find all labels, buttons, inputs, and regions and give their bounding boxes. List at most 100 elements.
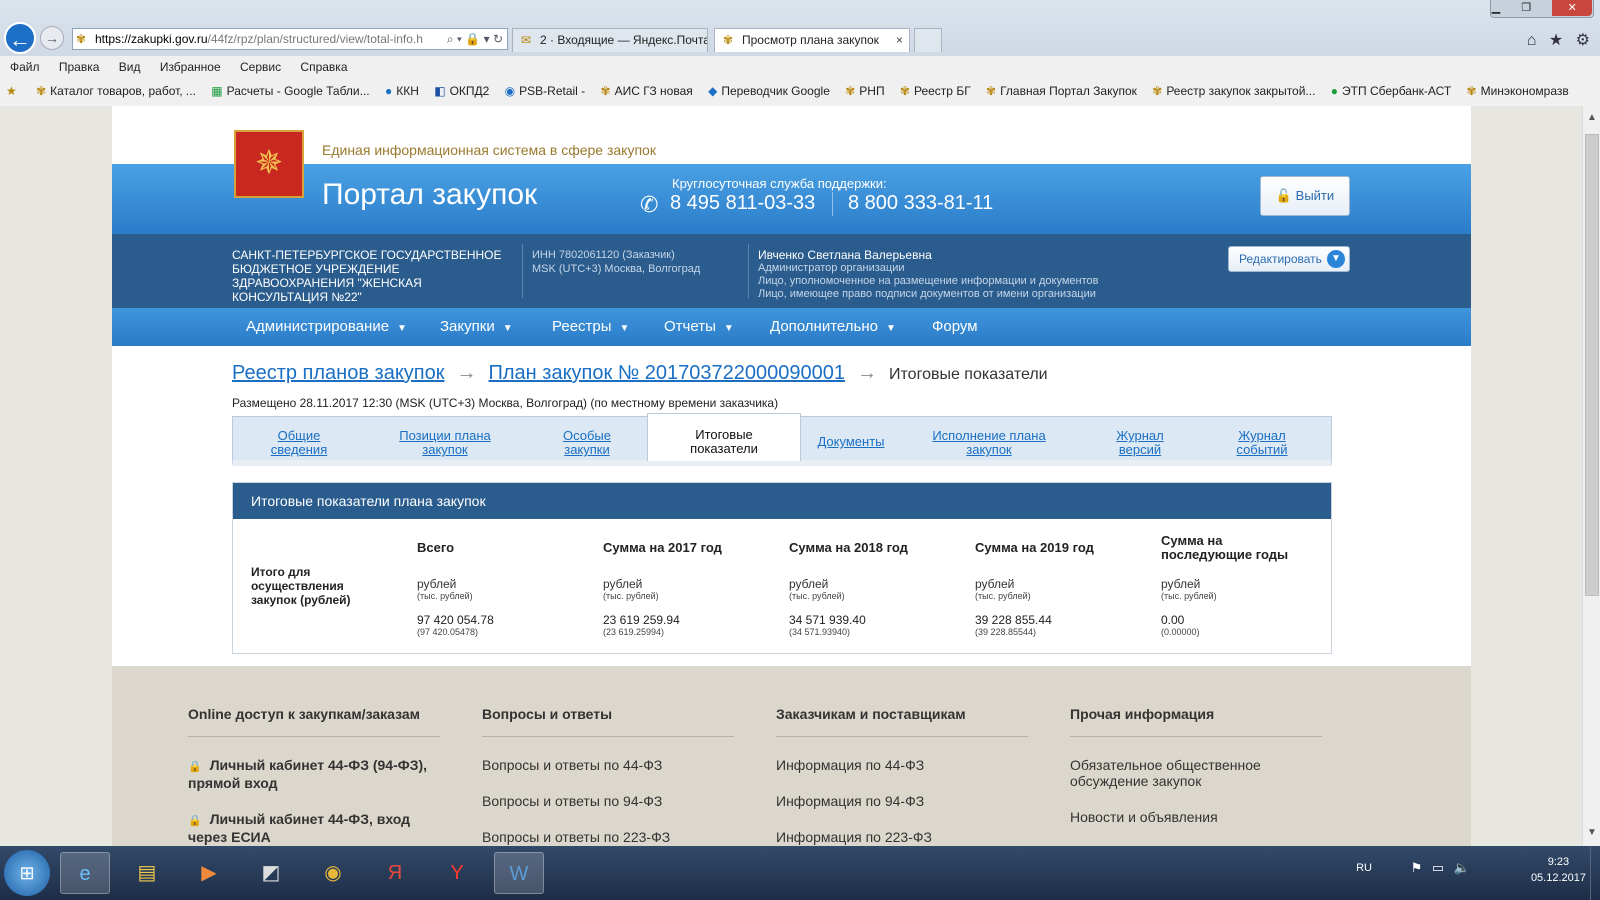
gear-icon[interactable]: ⚙ (1576, 32, 1590, 49)
footer-link[interactable]: Вопросы и ответы по 94-ФЗ (482, 793, 734, 809)
url-path: /44fz/rpz/plan/structured/view/total-inf… (207, 32, 423, 46)
nav-registries[interactable]: Реестры ▼ (552, 308, 629, 346)
vertical-scrollbar[interactable]: ▲ ▼ (1582, 106, 1600, 846)
browser-tab-mail[interactable]: ✉ 2 · Входящие — Яндекс.Почта (512, 28, 708, 52)
search-icon[interactable]: ⌕ (447, 32, 454, 46)
favorites-bar: ★ ✾ Каталог товаров, работ, ... ▦ Расчеты … (0, 78, 1600, 106)
browser-tab-plan[interactable]: ✾ Просмотр плана закупок × (714, 28, 910, 52)
close-window-icon[interactable]: ✕ (1552, 0, 1593, 16)
footer-link[interactable]: Информация по 94-ФЗ (776, 793, 1028, 809)
favorite-link[interactable]: ✾ Главная Портал Закупок (986, 78, 1137, 104)
favorite-link[interactable]: ✾ АИС ГЗ новая (601, 78, 693, 104)
scroll-up-icon[interactable]: ▲ (1583, 112, 1600, 123)
menu-help[interactable]: Справка (300, 60, 347, 74)
favorite-link[interactable]: ◆ Переводчик Google (708, 78, 830, 104)
footer-heading: Прочая информация (1070, 706, 1322, 737)
lock-icon[interactable]: 🔒 (465, 32, 480, 46)
tab-events-log[interactable]: Журнал событий (1227, 417, 1297, 461)
taskbar-ie[interactable]: e (60, 852, 110, 894)
footer-heading: Вопросы и ответы (482, 706, 734, 737)
footer-link[interactable]: Вопросы и ответы по 223-ФЗ (482, 829, 734, 845)
footer-link[interactable]: 🔒 Личный кабинет 44-ФЗ (94-ФЗ), прямой вх… (188, 757, 440, 791)
taskbar-word[interactable]: W (494, 852, 544, 894)
tab-special-purchases[interactable]: Особые закупки (545, 417, 629, 461)
organization-timezone: MSK (UTC+3) Москва, Волгоград (532, 263, 701, 275)
refresh-icon[interactable]: ↻ (493, 32, 503, 46)
forward-button[interactable]: → (40, 26, 64, 50)
back-button[interactable]: ← (4, 22, 36, 54)
tab-plan-execution[interactable]: Исполнение плана закупок (919, 417, 1059, 461)
media-player-icon: ▶ (201, 862, 217, 884)
favorite-link[interactable]: ✾ Минэкономразв (1467, 78, 1569, 104)
footer-link[interactable]: Новости и объявления (1070, 809, 1322, 825)
footer-link[interactable]: Обязательное общественное обсуждение зак… (1070, 757, 1322, 789)
site-favicon-icon: ✾ (36, 84, 47, 98)
taskbar-chrome[interactable]: ◉ (308, 852, 358, 894)
flag-icon[interactable]: ⚑ (1411, 860, 1423, 875)
breadcrumb-plan[interactable]: План закупок № 201703722000090001 (489, 362, 846, 384)
chevron-down-icon: ▼ (723, 323, 734, 334)
minimize-icon[interactable]: ▁ (1492, 2, 1500, 14)
menu-edit[interactable]: Правка (59, 60, 100, 74)
taskbar-media-player[interactable]: ▶ (184, 852, 234, 894)
folder-icon: ▤ (137, 862, 157, 884)
footer-link[interactable]: 🔒 Личный кабинет 44-ФЗ, вход через ЕСИА (188, 811, 440, 845)
favorite-link[interactable]: ✾ Каталог товаров, работ, ... (36, 78, 196, 104)
home-icon[interactable]: ⌂ (1527, 32, 1537, 49)
coat-of-arms-icon[interactable]: ✵ (234, 130, 304, 198)
edit-button[interactable]: Редактировать ▼ (1228, 246, 1350, 272)
site-favicon-icon: ✾ (1466, 84, 1477, 98)
scroll-down-icon[interactable]: ▼ (1583, 827, 1600, 838)
sber-icon: ● (1330, 84, 1339, 98)
nav-purchases[interactable]: Закупки ▼ (440, 308, 513, 346)
tab-general-info[interactable]: Общие сведения (251, 417, 347, 461)
footer-link[interactable]: Информация по 44-ФЗ (776, 757, 1028, 773)
volume-icon[interactable]: 🔈 (1454, 860, 1470, 875)
favorite-link[interactable]: ◧ ОКПД2 (434, 78, 489, 104)
show-desktop-button[interactable] (1590, 846, 1600, 900)
portal-title[interactable]: Портал закупок (322, 178, 537, 212)
favorite-link[interactable]: ● ЭТП Сбербанк-АСТ (1331, 78, 1451, 104)
site-favicon-icon: ✾ (986, 84, 997, 98)
tab-documents[interactable]: Документы (803, 417, 899, 461)
lock-icon: 🔒 (188, 815, 202, 827)
menu-favorites[interactable]: Избранное (160, 60, 221, 74)
favorite-link[interactable]: ▦ Расчеты - Google Табли... (211, 78, 369, 104)
menu-view[interactable]: Вид (119, 60, 141, 74)
favorite-link[interactable]: ● ККН (385, 78, 419, 104)
language-indicator[interactable]: RU (1356, 862, 1372, 874)
logout-button[interactable]: 🔓 Выйти (1260, 176, 1350, 216)
favorite-link[interactable]: ✾ Реестр БГ (900, 78, 971, 104)
footer-link[interactable]: Вопросы и ответы по 44-ФЗ (482, 757, 734, 773)
clock[interactable]: 9:23 05.12.2017 (1531, 854, 1586, 886)
nav-reports[interactable]: Отчеты ▼ (664, 308, 734, 346)
tab-plan-positions[interactable]: Позиции плана закупок (385, 417, 505, 461)
network-icon[interactable]: ▭ (1432, 860, 1444, 875)
favorite-link[interactable]: ✾ РНП (845, 78, 884, 104)
taskbar-scanner[interactable]: ◩ (246, 852, 296, 894)
start-button[interactable]: ⊞ (4, 850, 50, 896)
breadcrumb: Реестр планов закупок → План закупок № 201… (232, 362, 1048, 385)
close-tab-icon[interactable]: × (896, 29, 903, 51)
nav-additional[interactable]: Дополнительно ▼ (770, 308, 896, 346)
menu-file[interactable]: Файл (10, 60, 40, 74)
nav-forum[interactable]: Форум (932, 308, 978, 346)
maximize-icon[interactable]: ❐ (1521, 2, 1531, 14)
favorites-star-icon[interactable]: ★ (6, 78, 21, 104)
nav-administration[interactable]: Администрирование ▼ (246, 308, 407, 346)
taskbar-explorer[interactable]: ▤ (122, 852, 172, 894)
scrollbar-thumb[interactable] (1585, 134, 1599, 596)
menu-tools[interactable]: Сервис (240, 60, 281, 74)
tab-totals[interactable]: Итоговые показатели (647, 413, 801, 461)
new-tab-button[interactable] (914, 28, 942, 52)
favorite-link[interactable]: ✾ Реестр закупок закрытой... (1152, 78, 1315, 104)
tab-versions-log[interactable]: Журнал версий (1105, 417, 1175, 461)
footer-link[interactable]: Информация по 223-ФЗ (776, 829, 1028, 845)
address-bar[interactable]: ✾ https://zakupki.gov.ru/44fz/rpz/plan/s… (72, 28, 508, 50)
taskbar-yandex[interactable]: Я (370, 852, 420, 894)
amount-value: 34 571 939.40 (789, 613, 866, 627)
taskbar-yandex-browser[interactable]: Y (432, 852, 482, 894)
favorite-link[interactable]: ◉ PSB-Retail - (505, 78, 586, 104)
breadcrumb-plans-registry[interactable]: Реестр планов закупок (232, 362, 445, 384)
star-icon[interactable]: ★ (1549, 32, 1563, 49)
